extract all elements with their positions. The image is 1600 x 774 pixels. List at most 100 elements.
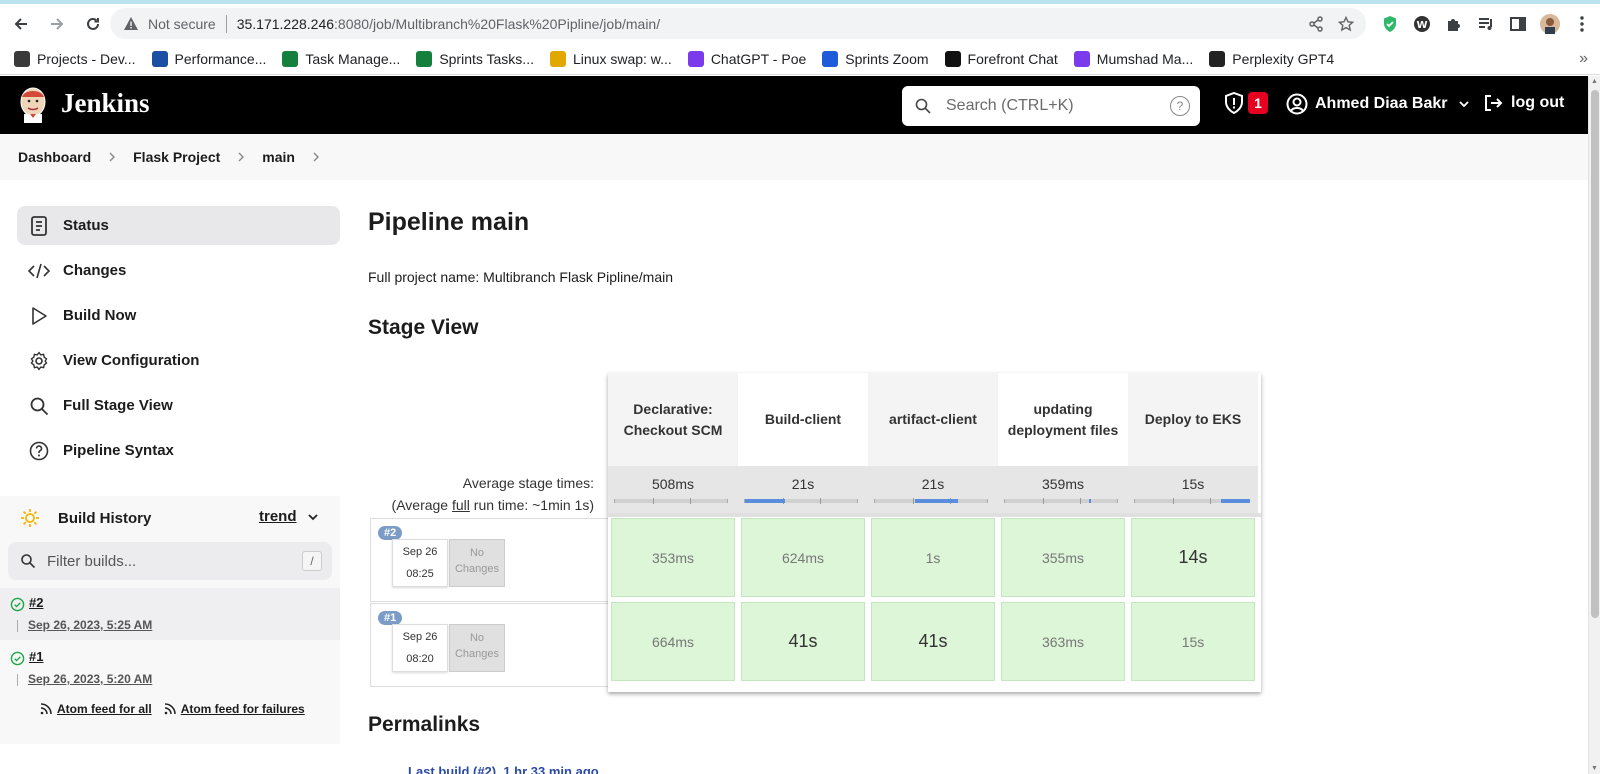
build-number-link[interactable]: #1	[29, 649, 43, 664]
trend-link[interactable]: trend	[259, 508, 319, 525]
filter-builds-input[interactable]: Filter builds... /	[8, 542, 332, 580]
bookmark-label: ChatGPT - Poe	[710, 50, 807, 67]
task-label: Changes	[63, 262, 127, 279]
url-path: :8080/job/Multibranch%20Flask%20Pipline/…	[334, 15, 661, 32]
url-text[interactable]: 35.171.228.246:8080/job/Multibranch%20Fl…	[237, 16, 660, 32]
wordpress-extension-icon[interactable]: W	[1412, 14, 1432, 34]
stage-cell[interactable]: 624ms	[741, 518, 865, 597]
logout-icon	[1485, 95, 1503, 111]
stage-run-row[interactable]: #1 Sep 26 08:20 No Changes	[370, 603, 608, 687]
breadcrumb-item[interactable]: Dashboard	[18, 149, 91, 165]
permalink-last-build[interactable]: Last build (#2), 1 hr 33 min ago	[408, 764, 599, 774]
stage-column: Declarative: Checkout SCM	[608, 373, 738, 466]
bookmark-item[interactable]: Sprints Tasks...	[416, 50, 534, 67]
share-icon[interactable]	[1308, 15, 1324, 32]
run-number-badge[interactable]: #2	[378, 526, 403, 540]
stage-cell[interactable]: 1s	[871, 518, 995, 597]
user-menu[interactable]: Ahmed Diaa Bakr	[1286, 93, 1470, 115]
chevron-down-icon	[307, 513, 318, 520]
media-queue-icon[interactable]	[1476, 14, 1496, 34]
puzzle-extension-icon[interactable]	[1444, 14, 1464, 34]
build-row[interactable]: #2 Sep 26, 2023, 5:25 AM	[0, 588, 340, 640]
build-date-link[interactable]: Sep 26, 2023, 5:25 AM	[28, 618, 152, 632]
profile-avatar-icon[interactable]	[1540, 13, 1560, 34]
jenkins-logo[interactable]	[18, 85, 48, 123]
bookmark-item[interactable]: Performance...	[151, 50, 266, 67]
bookmark-item[interactable]: Sprints Zoom	[822, 50, 929, 67]
build-number-link[interactable]: #2	[29, 595, 43, 610]
stage-cell[interactable]: 355ms	[1001, 518, 1125, 597]
full-runtime-link[interactable]: full	[452, 497, 470, 513]
search-help-icon[interactable]: ?	[1170, 96, 1190, 116]
bookmark-item[interactable]: Projects - Dev...	[14, 50, 136, 67]
stage-cell[interactable]: 664ms	[611, 602, 735, 681]
run-changes-box[interactable]: No Changes	[449, 539, 505, 587]
task-view-configuration[interactable]: View Configuration	[17, 341, 340, 380]
atom-feed-failures-link[interactable]: Atom feed for failures	[181, 702, 305, 716]
bookmark-label: Task Manage...	[305, 50, 401, 67]
shield-icon	[151, 50, 168, 67]
bar-tick	[913, 498, 914, 504]
task-changes[interactable]: Changes	[17, 251, 340, 290]
stage-cell[interactable]: 41s	[741, 602, 865, 681]
security-monitor[interactable]: 1	[1224, 92, 1268, 114]
logout-link[interactable]: log out	[1483, 93, 1564, 113]
run-changes-box[interactable]: No Changes	[449, 624, 505, 672]
breadcrumb-item[interactable]: Flask Project	[133, 149, 220, 165]
browser-menu-icon[interactable]	[1572, 14, 1592, 34]
scroll-up-icon[interactable]: ▲	[1591, 78, 1598, 85]
build-date-link[interactable]: Sep 26, 2023, 5:20 AM	[28, 672, 152, 686]
side-panel-icon[interactable]	[1508, 14, 1528, 34]
bookmark-item[interactable]: Linux swap: w...	[549, 50, 672, 67]
bookmarks-overflow-icon[interactable]: »	[1579, 50, 1588, 68]
back-button[interactable]	[6, 9, 36, 39]
bookmark-item[interactable]: Mumshad Ma...	[1073, 50, 1193, 67]
not-secure-label[interactable]: Not secure	[148, 16, 216, 32]
task-status[interactable]: Status	[17, 206, 340, 245]
bookmark-item[interactable]: ChatGPT - Poe	[687, 50, 807, 67]
bookmark-label: Perplexity GPT4	[1232, 50, 1335, 67]
reload-button[interactable]	[78, 9, 108, 39]
breadcrumb-item[interactable]: main	[262, 149, 295, 165]
stage-run-row[interactable]: #2 Sep 26 08:25 No Changes	[370, 518, 608, 602]
stage-cell[interactable]: 41s	[871, 602, 995, 681]
stage-duration-bar	[614, 498, 728, 504]
stage-cell[interactable]: 14s	[1131, 518, 1255, 597]
page-scrollbar[interactable]: ▲ ▼	[1588, 76, 1600, 774]
success-check-icon	[10, 597, 25, 612]
omnibox-separator	[225, 14, 227, 33]
stage-cell[interactable]: 363ms	[1001, 602, 1125, 681]
task-pipeline-syntax[interactable]: Pipeline Syntax	[17, 431, 340, 470]
permalinks-heading: Permalinks	[368, 713, 481, 736]
bookmark-item[interactable]: Forefront Chat	[944, 50, 1058, 67]
search-box[interactable]: Search (CTRL+K) ?	[902, 86, 1200, 126]
run-number-badge[interactable]: #1	[378, 611, 403, 625]
user-avatar-icon	[1286, 93, 1308, 115]
stage-average-time: 359ms	[1041, 476, 1085, 492]
jenkins-title[interactable]: Jenkins	[61, 88, 150, 119]
shield-extension-icon[interactable]	[1380, 14, 1400, 34]
stage-cell[interactable]: 353ms	[611, 518, 735, 597]
stage-duration-fill	[745, 499, 785, 503]
bookmark-item[interactable]: Task Manage...	[282, 50, 401, 67]
task-build-now[interactable]: Build Now	[17, 296, 340, 335]
search-input[interactable]: Search (CTRL+K)	[946, 97, 1074, 115]
chevron-right-icon[interactable]	[236, 152, 246, 162]
task-full-stage-view[interactable]: Full Stage View	[17, 386, 340, 425]
bookmark-item[interactable]: Perplexity GPT4	[1209, 50, 1335, 67]
bookmark-star-icon[interactable]	[1338, 15, 1354, 32]
stage-cell[interactable]: 15s	[1131, 602, 1255, 681]
stage-header: artifact-client	[889, 411, 977, 427]
atom-feed-all-link[interactable]: Atom feed for all	[57, 702, 152, 716]
address-bar[interactable]: Not secure 35.171.228.246:8080/job/Multi…	[110, 8, 1366, 39]
stage-header: Declarative: Checkout SCM	[623, 400, 723, 438]
build-row[interactable]: #1 Sep 26, 2023, 5:20 AM	[0, 642, 340, 694]
shield-alert-icon	[1225, 92, 1243, 114]
avg-full-prefix: (Average	[391, 497, 452, 513]
chevron-right-icon[interactable]	[311, 152, 321, 162]
zoom-icon	[822, 50, 839, 67]
scrollbar-thumb[interactable]	[1591, 90, 1599, 618]
forward-button[interactable]	[42, 9, 72, 39]
scroll-down-icon[interactable]: ▼	[1591, 765, 1598, 772]
chevron-right-icon[interactable]	[107, 152, 117, 162]
